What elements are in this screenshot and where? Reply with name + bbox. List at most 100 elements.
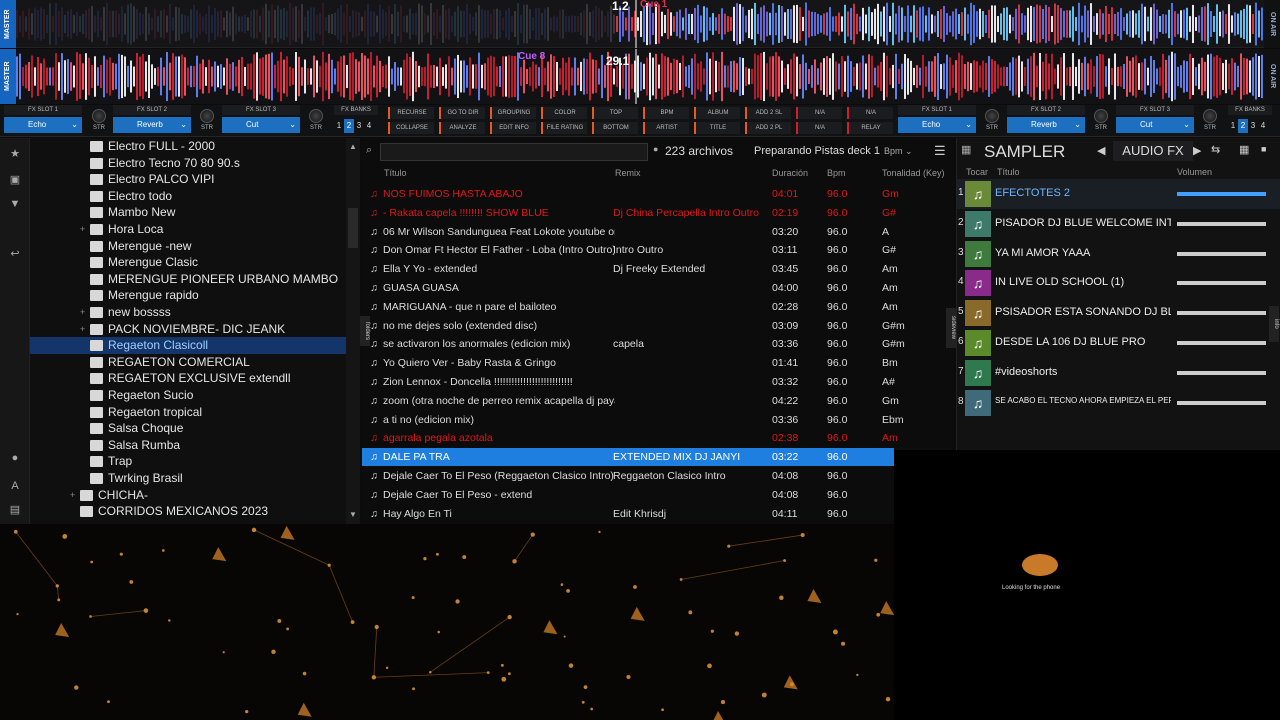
btn-collapse[interactable]: COLLAPSE [388,122,434,134]
track-row[interactable]: ♫ - Rakata capela !!!!!!!! SHOW BLUE Dj Ch… [362,204,954,222]
fx-select[interactable]: Echo ⌄ [898,117,976,133]
square-icon[interactable]: ■ [1261,144,1266,154]
bank-3[interactable]: 3 [354,119,364,133]
scroll-up-icon[interactable]: ▲ [349,142,357,151]
left-fx-slot-2[interactable]: FX SLOT 2 Reverb ⌄ [113,105,191,133]
sampler-item[interactable]: 3 ♫ YA MI AMOR YAAA [957,239,1280,269]
track-row[interactable]: ♫ Ella Y Yo - extended Dj Freeky Extended 0… [362,260,954,278]
folder-item[interactable]: Merengue -new [30,238,346,255]
music-note-icon[interactable]: ♫ [965,240,991,267]
folder-item[interactable]: + CHICHA- [30,487,346,504]
sampler-item[interactable]: 7 ♫ #videoshorts [957,358,1280,388]
track-row[interactable]: ♫ Don Omar Ft Hector El Father - Loba (In… [362,241,954,259]
folder-item[interactable]: Trap [30,453,346,470]
col-duration[interactable]: Duración [772,166,808,180]
bank-2[interactable]: 2 [1238,119,1248,133]
str-knob[interactable] [92,109,106,123]
left-fx-slot-1[interactable]: FX SLOT 1 Echo ⌄ [4,105,82,133]
str-knob[interactable] [1094,109,1108,123]
sampler-item[interactable]: 8♫ SE ACABO EL TECNO AHORA EMPIEZA EL PER… [957,388,1280,418]
folder-item[interactable]: + new bossss [30,304,346,321]
folder-item[interactable]: Electro PALCO VIPI [30,171,346,188]
music-note-icon[interactable]: ♫ [965,270,991,297]
str-knob[interactable] [1203,109,1217,123]
sampler-item[interactable]: 5 ♫ PSISADOR ESTA SONANDO DJ BLUE [957,298,1280,328]
folder-item[interactable]: Merengue rapido [30,287,346,304]
folder-item[interactable]: REGAETON COMERCIAL [30,354,346,371]
btn-bottom[interactable]: BOTTOM [592,122,638,134]
btn-add-2-pl[interactable]: ADD 2 PL [745,122,791,134]
btn-relay[interactable]: RELAY [847,122,893,134]
deck1-waveform[interactable]: MASTER ON AIR 1.2 Cue 1 [0,0,1280,48]
menu-icon[interactable]: ☰ [934,143,946,159]
track-row[interactable]: ♫ zoom (otra noche de perreo remix acapel… [362,392,954,410]
swap-icon[interactable]: ⇆ [1211,143,1220,156]
btn-recurse[interactable]: RECURSE [388,107,434,119]
window-icon[interactable]: ▤ [7,502,23,518]
prev-icon[interactable]: ◀ [1097,144,1105,157]
next-icon[interactable]: ▶ [1193,144,1201,157]
folder-item[interactable]: Electro Tecno 70 80 90.s [30,155,346,172]
audio-fx-button[interactable]: AUDIO FX [1113,141,1193,161]
col-key[interactable]: Tonalidad (Key) [882,166,945,180]
fx-select[interactable]: Reverb ⌄ [1007,117,1085,133]
btn-title[interactable]: TITLE [694,122,740,134]
filter-icon[interactable]: ▼ [7,196,23,212]
text-size-icon[interactable]: A [7,478,23,494]
folder-item[interactable]: REGAETON EXCLUSIVE extendll [30,370,346,387]
str-knob[interactable] [309,109,323,123]
bank-4[interactable]: 4 [364,119,374,133]
music-note-icon[interactable]: ♫ [965,330,991,356]
folder-item[interactable]: Twrking Brasil [30,470,346,487]
bank-1[interactable]: 1 [1228,119,1238,133]
track-row[interactable]: ♫ Yo Quiero Ver - Baby Rasta & Gringo 01:4… [362,354,954,372]
info-tab[interactable]: info [1269,306,1279,342]
folder-item[interactable]: Regaeton Clasicoll [30,337,346,355]
folder-item[interactable]: Electro FULL - 2000 [30,138,346,155]
back-icon[interactable]: ↩ [7,246,23,262]
music-note-icon[interactable]: ♫ [965,210,991,237]
folder-item[interactable]: Regaeton tropical [30,404,346,421]
sort-select[interactable]: Bpm ⌄ [884,146,924,157]
grid-view-icon[interactable]: ▦ [1239,143,1249,156]
fx-select[interactable]: Reverb ⌄ [113,117,191,133]
folder-item[interactable]: + Hora Loca [30,221,346,238]
volume-slider[interactable] [1177,281,1266,286]
col-title[interactable]: Título [384,166,407,180]
folder-item[interactable]: + PACK NOVIEMBRE- DIC JEANK [30,321,346,338]
expand-icon[interactable]: + [80,321,85,338]
music-note-icon[interactable]: ♫ [965,181,991,207]
sampler-item[interactable]: 4 ♫ IN LIVE OLD SCHOOL (1) [957,268,1280,298]
btn-n-a[interactable]: N/A [847,107,893,119]
track-row[interactable]: ♫ 06 Mr Wilson Sandunguea Feat Lokote you… [362,223,954,241]
folder-item[interactable]: Salsa Rumba [30,437,346,454]
sampler-item[interactable]: 1 ♫ EFECTOTES 2 [957,179,1280,209]
btn-grouping[interactable]: GROUPING [490,107,536,119]
btn-top[interactable]: TOP [592,107,638,119]
bank-2[interactable]: 2 [344,119,354,133]
sampler-item[interactable]: 6 ♫ DESDE LA 106 DJ BLUE PRO [957,328,1280,358]
folder-item[interactable]: Mambo New [30,204,346,221]
track-row[interactable]: ♫ Dejale Caer To El Peso - extend 04:08 96.… [362,486,954,504]
track-row[interactable]: ♫ GUASA GUASA 04:00 96.0 Am [362,279,954,297]
btn-analyze[interactable]: ANALYZE [439,122,485,134]
expand-icon[interactable]: + [70,487,75,504]
volume-slider[interactable] [1177,251,1266,256]
scroll-down-icon[interactable]: ▼ [349,510,357,519]
folder-item[interactable]: Electro todo [30,188,346,205]
btn-go-to-dir[interactable]: GO TO DIR [439,107,485,119]
folders-tab[interactable]: folders [360,316,370,346]
track-row[interactable]: ♫ NOS FUIMOS HASTA ABAJO 04:01 96.0 Gm [362,185,954,203]
expand-icon[interactable]: + [80,221,85,238]
folder-item[interactable]: Merengue Clasic [30,254,346,271]
volume-slider[interactable] [1177,370,1266,375]
folder-item[interactable]: CORRIDOS MEXICANOS 2023 [30,503,346,520]
deck2-waveform[interactable]: MASTER ON AIR Cue 8 29.1 [0,49,1280,104]
volume-slider[interactable] [1177,221,1266,226]
btn-n-a[interactable]: N/A [796,107,842,119]
folder-scrollbar[interactable]: ▲ ▼ [346,138,360,524]
folder-item[interactable]: Salsa Choque [30,420,346,437]
left-fx-slot-3[interactable]: FX SLOT 3 Cut ⌄ [222,105,300,133]
music-note-icon[interactable]: ♫ [965,389,991,416]
fx-select[interactable]: Cut ⌄ [222,117,300,133]
